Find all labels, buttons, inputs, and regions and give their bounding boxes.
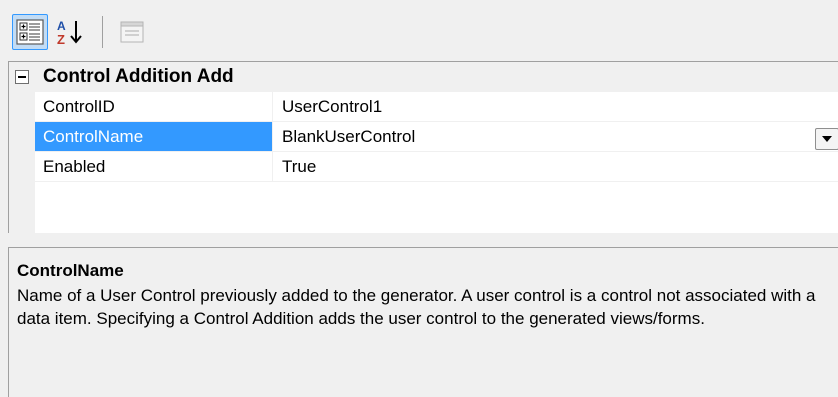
property-pages-icon: [120, 21, 144, 43]
alphabetical-sort-button[interactable]: A Z: [52, 14, 88, 50]
property-row-controlname[interactable]: ControlName BlankUserControl: [35, 122, 838, 152]
property-value[interactable]: True: [274, 152, 838, 181]
grid-splitter[interactable]: [0, 233, 838, 247]
description-panel: ControlName Name of a User Control previ…: [8, 247, 838, 397]
chevron-down-icon: [822, 136, 832, 142]
property-name: ControlID: [35, 92, 273, 121]
property-grid: Control Addition Add ControlID UserContr…: [8, 61, 838, 233]
svg-text:A: A: [57, 19, 66, 33]
property-row-controlid[interactable]: ControlID UserControl1: [35, 92, 838, 122]
property-name: Enabled: [35, 152, 273, 181]
toolbar-separator: [102, 16, 103, 48]
az-sort-icon: A Z: [57, 19, 82, 47]
value-dropdown-button[interactable]: [815, 128, 838, 150]
category-row[interactable]: Control Addition Add: [9, 62, 838, 92]
description-text: Name of a User Control previously added …: [17, 286, 816, 328]
collapse-icon[interactable]: [15, 70, 29, 84]
property-value-text: BlankUserControl: [282, 127, 416, 146]
property-pages-button[interactable]: [114, 14, 150, 50]
property-row-enabled[interactable]: Enabled True: [35, 152, 838, 182]
categorized-view-button[interactable]: [12, 14, 48, 50]
property-name: ControlName: [35, 122, 273, 151]
category-label: Control Addition Add: [43, 66, 234, 87]
categorized-icon: [16, 19, 44, 45]
description-title: ControlName: [17, 261, 124, 280]
property-grid-window: A Z Control Addition Add ControlID UserC…: [0, 0, 838, 397]
svg-text:Z: Z: [57, 32, 65, 47]
property-value[interactable]: UserControl1: [274, 92, 838, 121]
property-value[interactable]: BlankUserControl: [274, 122, 838, 151]
property-grid-toolbar: A Z: [0, 0, 838, 60]
